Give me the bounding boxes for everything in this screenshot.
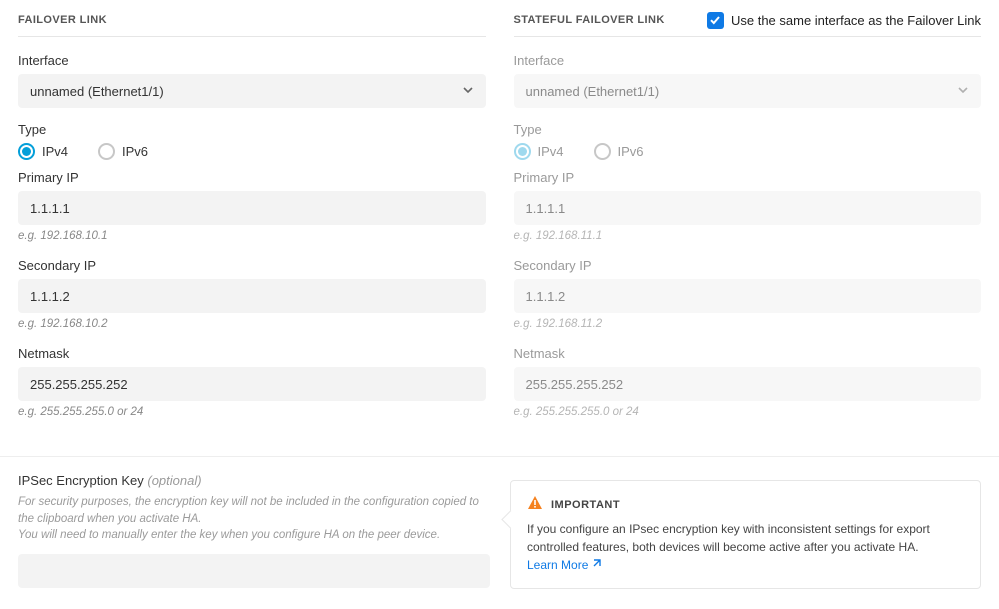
stateful-primary-ip-hint: e.g. 192.168.11.1 — [514, 230, 982, 242]
stateful-primary-ip-label: Primary IP — [514, 170, 982, 185]
ipsec-key-section: IPSec Encryption Key (optional) For secu… — [18, 473, 490, 589]
primary-ip-hint: e.g. 192.168.10.1 — [18, 230, 486, 242]
type-radio-group: IPv4 IPv6 — [18, 143, 486, 160]
secondary-ip-label: Secondary IP — [18, 258, 486, 273]
stateful-netmask-input — [514, 367, 982, 401]
radio-unselected-icon — [594, 143, 611, 160]
stateful-failover-link-section: STATEFUL FAILOVER LINK Use the same inte… — [514, 10, 982, 434]
radio-unselected-icon — [98, 143, 115, 160]
interface-value: unnamed (Ethernet1/1) — [30, 84, 164, 99]
stateful-type-radio-group: IPv4 IPv6 — [514, 143, 982, 160]
primary-ip-input[interactable] — [18, 191, 486, 225]
stateful-radio-ipv6: IPv6 — [594, 143, 644, 160]
stateful-radio-ipv4: IPv4 — [514, 143, 564, 160]
netmask-input[interactable] — [18, 367, 486, 401]
stateful-type-label: Type — [514, 122, 982, 137]
radio-ipv4[interactable]: IPv4 — [18, 143, 68, 160]
stateful-radio-ipv6-label: IPv6 — [618, 144, 644, 159]
netmask-hint: e.g. 255.255.255.0 or 24 — [18, 406, 486, 418]
stateful-interface-select: unnamed (Ethernet1/1) — [514, 74, 982, 108]
learn-more-link[interactable]: Learn More — [527, 556, 601, 574]
stateful-netmask-hint: e.g. 255.255.255.0 or 24 — [514, 406, 982, 418]
secondary-ip-hint: e.g. 192.168.10.2 — [18, 318, 486, 330]
failover-title: FAILOVER LINK — [18, 14, 107, 26]
radio-ipv4-label: IPv4 — [42, 144, 68, 159]
important-callout: IMPORTANT If you configure an IPsec encr… — [510, 480, 981, 589]
important-heading: IMPORTANT — [551, 499, 620, 511]
use-same-interface-toggle[interactable]: Use the same interface as the Failover L… — [707, 12, 981, 29]
stateful-secondary-ip-label: Secondary IP — [514, 258, 982, 273]
stateful-interface-value: unnamed (Ethernet1/1) — [526, 84, 660, 99]
stateful-interface-label: Interface — [514, 53, 982, 68]
stateful-radio-ipv4-label: IPv4 — [538, 144, 564, 159]
external-link-icon — [591, 556, 601, 574]
stateful-primary-ip-input — [514, 191, 982, 225]
netmask-label: Netmask — [18, 346, 486, 361]
stateful-secondary-ip-hint: e.g. 192.168.11.2 — [514, 318, 982, 330]
ipsec-key-label: IPSec Encryption Key (optional) — [18, 473, 490, 488]
warning-icon — [527, 495, 543, 514]
checkbox-checked-icon — [707, 12, 724, 29]
radio-ipv6[interactable]: IPv6 — [98, 143, 148, 160]
interface-select[interactable]: unnamed (Ethernet1/1) — [18, 74, 486, 108]
secondary-ip-input[interactable] — [18, 279, 486, 313]
radio-selected-icon — [514, 143, 531, 160]
chevron-down-icon — [957, 84, 969, 99]
stateful-netmask-label: Netmask — [514, 346, 982, 361]
interface-label: Interface — [18, 53, 486, 68]
horizontal-divider — [0, 456, 999, 457]
ipsec-note: For security purposes, the encryption ke… — [18, 494, 490, 544]
type-label: Type — [18, 122, 486, 137]
radio-selected-icon — [18, 143, 35, 160]
stateful-secondary-ip-input — [514, 279, 982, 313]
important-body: If you configure an IPsec encryption key… — [527, 520, 964, 574]
radio-ipv6-label: IPv6 — [122, 144, 148, 159]
stateful-title: STATEFUL FAILOVER LINK — [514, 14, 665, 26]
ipsec-key-input[interactable] — [18, 554, 490, 588]
primary-ip-label: Primary IP — [18, 170, 486, 185]
use-same-label: Use the same interface as the Failover L… — [731, 13, 981, 28]
ipsec-optional-label: (optional) — [147, 473, 201, 488]
chevron-down-icon — [462, 84, 474, 99]
failover-link-section: FAILOVER LINK Interface unnamed (Etherne… — [18, 10, 486, 434]
